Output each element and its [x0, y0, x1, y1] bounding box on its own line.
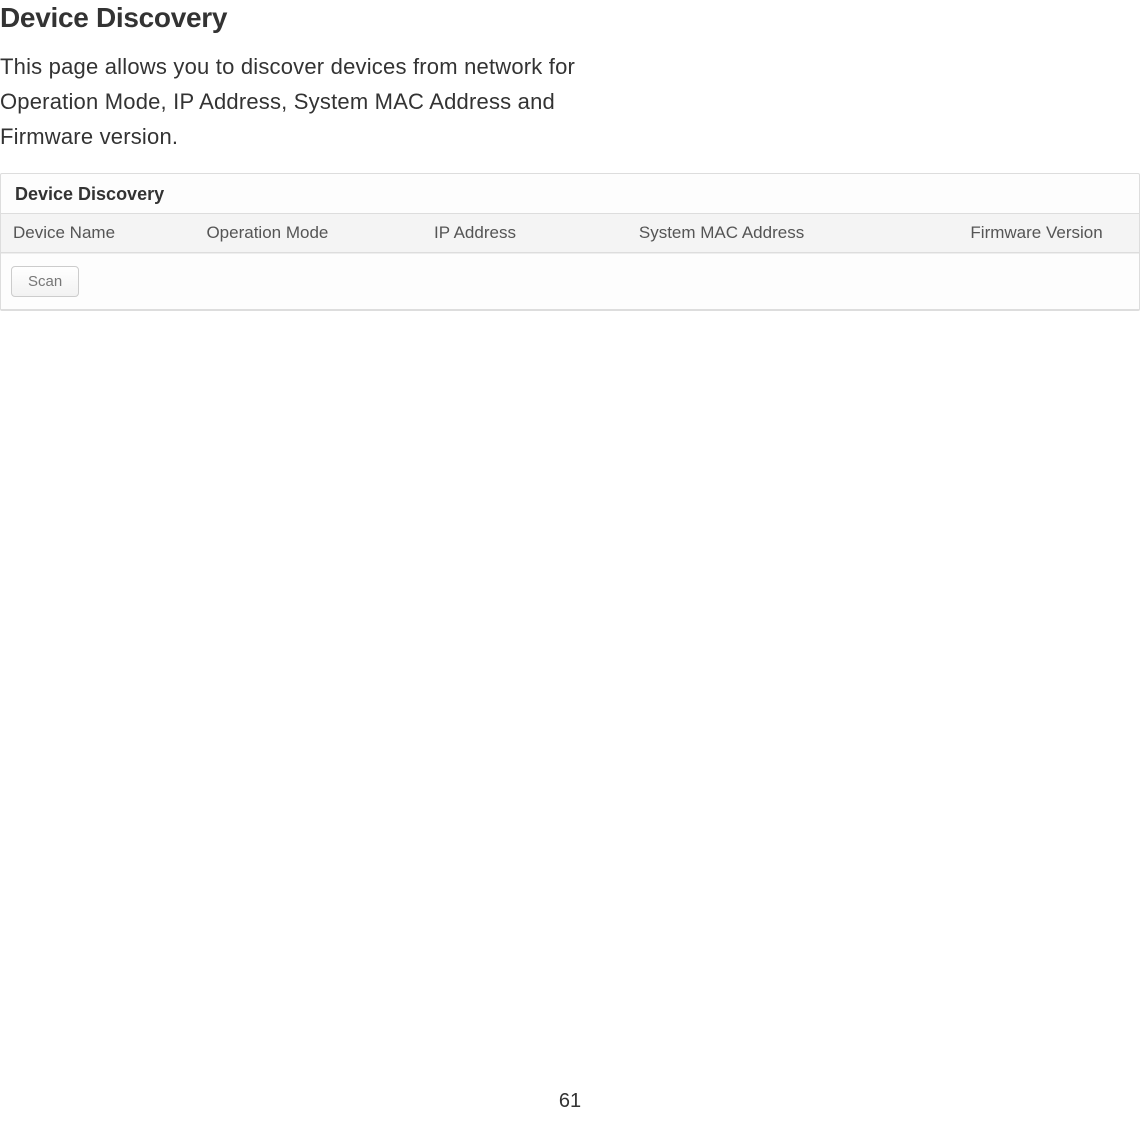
page-heading: Device Discovery: [0, 0, 1140, 49]
page-description: This page allows you to discover devices…: [0, 49, 620, 155]
page-number: 61: [559, 1090, 581, 1113]
device-discovery-panel: Device Discovery Device Name Operation M…: [0, 173, 1140, 311]
col-ip-address: IP Address: [422, 213, 627, 252]
panel-title: Device Discovery: [1, 174, 1139, 213]
button-row: Scan: [1, 253, 1139, 310]
table-header-row: Device Name Operation Mode IP Address Sy…: [1, 213, 1139, 252]
col-operation-mode: Operation Mode: [194, 213, 422, 252]
scan-button[interactable]: Scan: [11, 266, 79, 297]
col-system-mac: System MAC Address: [627, 213, 934, 252]
col-firmware-version: Firmware Version: [934, 213, 1139, 252]
col-device-name: Device Name: [1, 213, 194, 252]
device-table: Device Name Operation Mode IP Address Sy…: [1, 213, 1139, 253]
